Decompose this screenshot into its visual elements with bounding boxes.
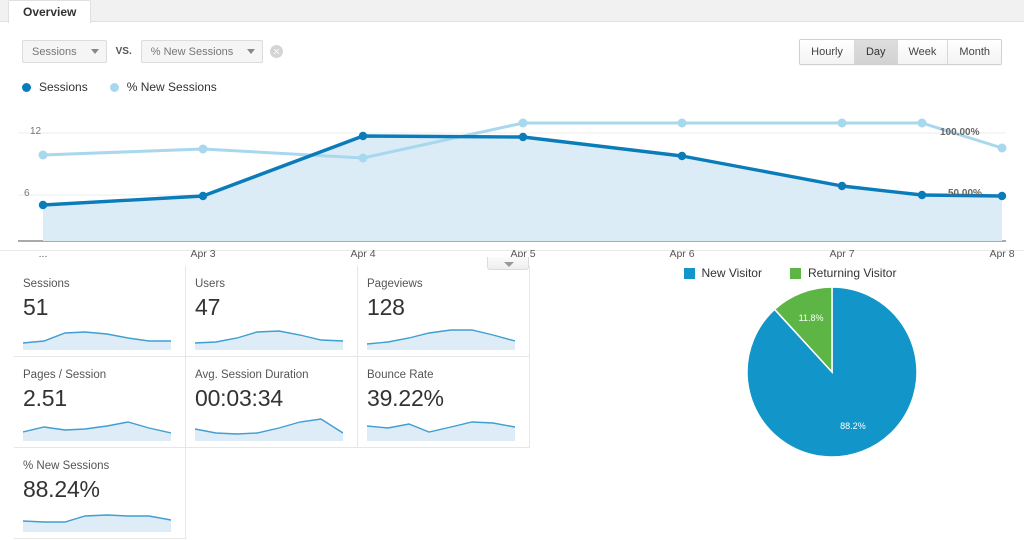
legend-dot-icon: [109, 82, 119, 92]
metric-card-title: Users: [195, 278, 226, 290]
x-axis-tick-label: Apr 7: [829, 248, 855, 260]
chevron-down-icon: [247, 49, 256, 54]
metric-card-row: Pages / Session 2.51 Avg. Session Duration…: [14, 357, 530, 448]
right-axis-tick-label: 100.00%: [940, 127, 980, 138]
line-chart-svg: [18, 118, 1007, 242]
remove-circle-icon[interactable]: [270, 45, 284, 58]
legend-item-sessions[interactable]: Sessions: [22, 80, 88, 94]
chevron-down-icon: [90, 49, 99, 54]
metric-card[interactable]: % New Sessions 88.24%: [14, 448, 186, 539]
secondary-metric-label: % New Sessions: [150, 45, 234, 58]
metric-card-title: Pages / Session: [23, 369, 107, 381]
right-axis-tick-label: 50.00%: [948, 188, 982, 199]
line-chart-plot[interactable]: [0, 103, 1024, 251]
legend-label: Sessions: [39, 80, 88, 94]
metric-cards-grid: Sessions 51 Users 47 Pageviews 128 Pages / Ses…: [14, 266, 530, 539]
x-axis-tick-label: ...: [38, 248, 48, 260]
pie-legend-label: Returning Visitor: [807, 266, 897, 280]
sparkline: [23, 421, 171, 441]
time-granularity-group: Hourly Day Week Month: [799, 39, 1002, 65]
primary-metric-label: Sessions: [32, 45, 77, 58]
pie-legend-label: New Visitor: [701, 266, 762, 280]
metric-card-value: 128: [367, 294, 405, 320]
metric-card-value: 39.22%: [367, 385, 444, 411]
pie-legend-item-returning-visitor[interactable]: Returning Visitor: [789, 266, 897, 280]
metric-card-title: % New Sessions: [23, 460, 110, 472]
legend-swatch-icon: [683, 267, 695, 279]
sparkline: [195, 330, 343, 350]
analytics-overview-page: Overview Sessions VS. % New Sessions Hou…: [0, 0, 1024, 540]
metric-card[interactable]: Avg. Session Duration 00:03:34: [186, 357, 358, 448]
metric-card[interactable]: Bounce Rate 39.22%: [358, 357, 530, 448]
metric-card[interactable]: Pages / Session 2.51: [14, 357, 186, 448]
legend-dot-icon: [22, 82, 31, 92]
metric-card-value: 51: [23, 294, 49, 320]
y-axis-tick-label: 12: [30, 126, 42, 137]
metric-card-value: 47: [195, 294, 221, 320]
metric-card-value: 2.51: [23, 385, 67, 411]
pie-slice-percent-label: 88.2%: [840, 421, 866, 431]
sparkline: [23, 331, 171, 350]
legend-item-new-sessions[interactable]: % New Sessions: [109, 80, 217, 94]
metric-card-title: Sessions: [23, 278, 70, 290]
metric-card-title: Avg. Session Duration: [195, 369, 309, 381]
pie-chart-svg[interactable]: 88.2% 11.8%: [560, 284, 1020, 484]
pie-legend-item-new-visitor[interactable]: New Visitor: [683, 266, 762, 280]
primary-metric-dropdown[interactable]: Sessions: [22, 40, 107, 63]
visitor-type-pie-panel: New Visitor Returning Visitor 88.2% 11.8%: [560, 262, 1020, 522]
period-button-month[interactable]: Month: [948, 40, 1001, 64]
metric-card-value: 88.24%: [23, 476, 100, 502]
pie-slice-percent-label: 11.8%: [799, 313, 824, 323]
tab-bar: Overview: [0, 0, 1024, 23]
metric-card-value: 00:03:34: [195, 385, 283, 411]
period-button-day[interactable]: Day: [854, 40, 898, 64]
metric-card[interactable]: Users 47: [186, 266, 358, 357]
x-axis-tick-label: Apr 6: [669, 248, 695, 260]
legend-label: % New Sessions: [126, 80, 217, 94]
sparkline: [195, 418, 343, 441]
metric-card[interactable]: Pageviews 128: [358, 266, 530, 357]
y-axis-tick-label: 6: [24, 188, 30, 199]
secondary-metric-dropdown[interactable]: % New Sessions: [140, 40, 264, 63]
x-axis-tick-label: Apr 3: [190, 248, 216, 260]
period-button-week[interactable]: Week: [897, 40, 949, 64]
metric-selector-row: Sessions VS. % New Sessions: [22, 40, 284, 63]
sparkline: [367, 329, 515, 350]
vs-label: VS.: [115, 46, 132, 57]
period-button-hourly[interactable]: Hourly: [800, 40, 855, 64]
sparkline: [23, 514, 171, 532]
x-axis-tick-label: Apr 4: [350, 248, 376, 260]
metric-card-title: Pageviews: [367, 278, 423, 290]
metric-card[interactable]: Sessions 51: [14, 266, 186, 357]
pie-legend: New Visitor Returning Visitor: [560, 266, 1020, 280]
sparkline: [367, 421, 515, 441]
metric-card-row: % New Sessions 88.24%: [14, 448, 530, 539]
main-chart-panel: Sessions VS. % New Sessions Hourly Day W…: [0, 23, 1024, 270]
tab-overview[interactable]: Overview: [8, 0, 92, 23]
metric-card-row: Sessions 51 Users 47 Pageviews 128: [14, 266, 530, 357]
chart-legend: Sessions % New Sessions: [22, 80, 239, 94]
x-axis-tick-label: Apr 8: [989, 248, 1015, 260]
metric-card-title: Bounce Rate: [367, 369, 434, 381]
legend-swatch-icon: [789, 267, 801, 279]
